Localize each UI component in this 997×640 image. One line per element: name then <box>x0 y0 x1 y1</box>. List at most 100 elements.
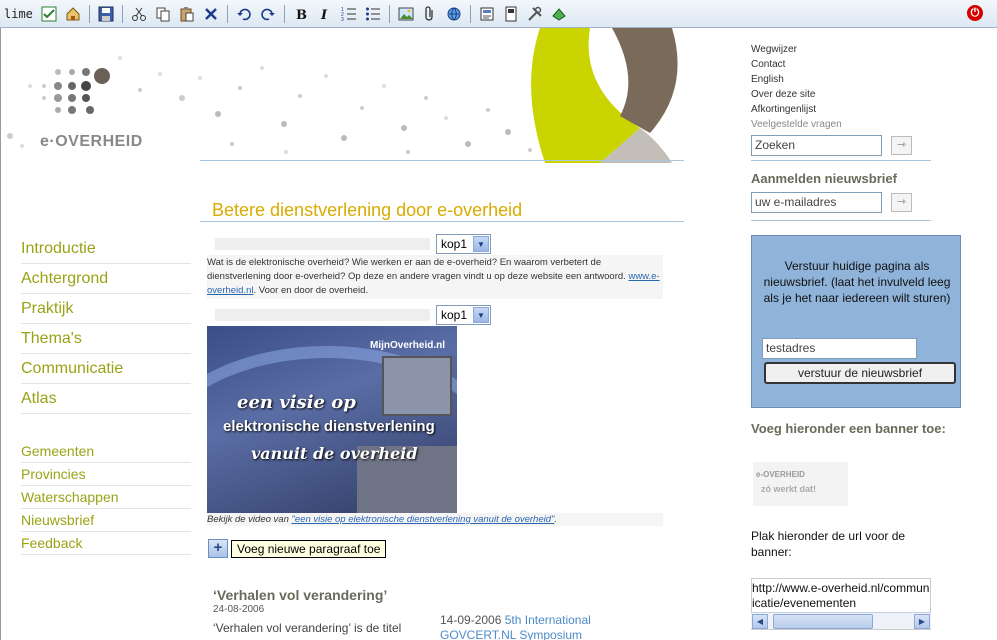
video-caption[interactable]: Bekijk de video van "een visie op elektr… <box>207 513 663 526</box>
banner-url-label: Plak hieronder de url voor de banner: <box>751 529 906 559</box>
numbered-list-icon[interactable]: 123 <box>339 4 359 24</box>
cut-icon[interactable] <box>129 4 149 24</box>
link-veelgestelde-vragen[interactable]: Veelgestelde vragen <box>751 117 842 132</box>
template-icon[interactable] <box>477 4 497 24</box>
left-navigation: Introductie Achtergrond Praktijk Thema's… <box>21 234 191 555</box>
chevron-down-icon[interactable]: ▼ <box>473 307 489 323</box>
scroll-thumb[interactable] <box>773 614 873 629</box>
nav-themas[interactable]: Thema's <box>21 324 191 354</box>
power-icon[interactable]: ⏻ <box>967 5 983 21</box>
test-address-input[interactable]: testadres <box>762 338 917 359</box>
send-newsletter-button[interactable]: verstuur de nieuwsbrief <box>764 362 956 384</box>
link-english[interactable]: English <box>751 72 842 87</box>
add-paragraph: + Voeg nieuwe paragraaf toe <box>208 539 387 558</box>
video-thumbnail[interactable]: MijnOverheid.nl een visie op elektronisc… <box>207 326 457 513</box>
svg-text:3: 3 <box>341 17 344 22</box>
link-wegwijzer[interactable]: Wegwijzer <box>751 42 842 57</box>
heading-style-value: kop1 <box>441 308 468 322</box>
right-divider <box>751 160 931 161</box>
nav-achtergrond[interactable]: Achtergrond <box>21 264 191 294</box>
nav-gemeenten[interactable]: Gemeenten <box>21 440 191 463</box>
page-icon[interactable] <box>501 4 521 24</box>
video-logo: MijnOverheid.nl <box>369 340 445 351</box>
bullet-list-icon[interactable] <box>363 4 383 24</box>
tools-icon[interactable] <box>525 4 545 24</box>
bold-icon[interactable]: B <box>291 4 311 24</box>
checkmark-icon[interactable] <box>39 4 59 24</box>
banner-url-value: http://www.e-overheid.nl/communicatie/ev… <box>752 581 930 610</box>
site-header: e·OVERHEID <box>0 28 700 163</box>
newsletter-go-button[interactable]: ⇾ <box>891 193 912 212</box>
sub-nav: Gemeenten Provincies Waterschappen Nieuw… <box>21 440 191 555</box>
nav-atlas[interactable]: Atlas <box>21 384 191 414</box>
scroll-left-icon[interactable]: ◀ <box>752 614 768 629</box>
toolbar-brand: lime <box>4 6 33 21</box>
heading-bar <box>215 309 430 321</box>
add-paragraph-tooltip: Voeg nieuwe paragraaf toe <box>231 539 387 558</box>
heading-style-row: kop1 ▼ <box>215 234 491 254</box>
link-over-deze-site[interactable]: Over deze site <box>751 87 842 102</box>
banner-heading: Voeg hieronder een banner toe: <box>751 421 946 436</box>
chevron-down-icon[interactable]: ▼ <box>473 236 489 252</box>
banner-line-2: zó werkt dat! <box>761 484 817 494</box>
toolbar-separator <box>283 4 285 23</box>
caption-link[interactable]: "een visie op elektronische dienstverlen… <box>292 514 555 525</box>
image-icon[interactable] <box>396 4 416 24</box>
caption-before: Bekijk de video van <box>207 514 292 525</box>
send-newsletter-panel: Verstuur huidige pagina als nieuwsbrief.… <box>751 235 961 408</box>
title-divider <box>200 221 684 222</box>
banner-line-1: e-OVERHEID <box>756 470 805 479</box>
undo-icon[interactable] <box>234 4 254 24</box>
nav-communicatie[interactable]: Communicatie <box>21 354 191 384</box>
story-title[interactable]: ‘Verhalen vol verandering’ <box>213 587 387 603</box>
quick-links: Wegwijzer Contact English Over deze site… <box>751 42 842 132</box>
search-input[interactable]: Zoeken <box>751 135 882 156</box>
scroll-right-icon[interactable]: ▶ <box>914 614 930 629</box>
nav-introductie[interactable]: Introductie <box>21 234 191 264</box>
event-item: 14-09-2006 5th International GOVCERT.NL … <box>440 613 640 640</box>
header-divider <box>200 160 684 161</box>
intro-text-before: Wat is de elektronische overheid? Wie we… <box>207 257 629 282</box>
nav-provincies[interactable]: Provincies <box>21 463 191 486</box>
right-divider <box>751 220 931 221</box>
svg-text:I: I <box>320 8 328 22</box>
nav-praktijk[interactable]: Praktijk <box>21 294 191 324</box>
home-icon[interactable] <box>63 4 83 24</box>
svg-text:B: B <box>296 8 307 22</box>
video-line-3: vanuit de overheid <box>251 444 418 463</box>
italic-icon[interactable]: I <box>315 4 335 24</box>
toolbar-separator <box>121 4 123 23</box>
link-icon[interactable] <box>444 4 464 24</box>
delete-icon[interactable] <box>201 4 221 24</box>
caption-after: . <box>554 514 558 525</box>
intro-text-after: . Voor en door de overheid. <box>253 285 369 296</box>
toolbar-separator <box>88 4 90 23</box>
nav-nieuwsbrief[interactable]: Nieuwsbrief <box>21 509 191 532</box>
video-line-2: elektronische dienstverlening <box>223 418 435 435</box>
page-title: Betere dienstverlening door e-overheid <box>212 200 523 220</box>
toolbar-separator <box>226 4 228 23</box>
link-contact[interactable]: Contact <box>751 57 842 72</box>
newsletter-email-input[interactable]: uw e-mailadres <box>751 192 882 213</box>
heading-style-select[interactable]: kop1 ▼ <box>436 305 491 325</box>
plus-icon[interactable]: + <box>208 539 228 558</box>
publish-icon[interactable] <box>549 4 569 24</box>
link-afkortingenlijst[interactable]: Afkortingenlijst <box>751 102 842 117</box>
heading-style-row: kop1 ▼ <box>215 305 491 325</box>
save-icon[interactable] <box>96 4 116 24</box>
search-go-button[interactable]: ⇾ <box>891 136 912 155</box>
copy-icon[interactable] <box>153 4 173 24</box>
nav-waterschappen[interactable]: Waterschappen <box>21 486 191 509</box>
intro-paragraph[interactable]: Wat is de elektronische overheid? Wie we… <box>207 255 663 299</box>
video-monitor <box>382 356 452 416</box>
banner-image[interactable]: e-OVERHEID zó werkt dat! <box>753 462 848 506</box>
heading-bar <box>215 238 430 250</box>
story-date: 24-08-2006 <box>213 604 265 615</box>
heading-style-select[interactable]: kop1 ▼ <box>436 234 491 254</box>
attachment-icon[interactable] <box>420 4 440 24</box>
main-nav: Introductie Achtergrond Praktijk Thema's… <box>21 234 191 414</box>
horizontal-scrollbar[interactable]: ◀ ▶ <box>751 612 931 629</box>
redo-icon[interactable] <box>258 4 278 24</box>
nav-feedback[interactable]: Feedback <box>21 532 191 555</box>
paste-icon[interactable] <box>177 4 197 24</box>
